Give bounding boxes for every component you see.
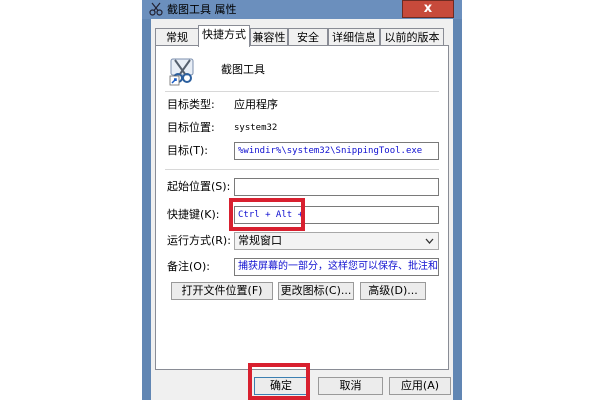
- start-in-label: 起始位置(S):: [167, 180, 231, 193]
- run-label: 运行方式(R):: [167, 234, 231, 247]
- target-label: 目标(T):: [167, 144, 209, 157]
- run-select[interactable]: 常规窗口: [234, 232, 439, 250]
- cancel-button[interactable]: 取消: [318, 377, 383, 395]
- app-name: 截图工具: [221, 63, 265, 76]
- comment-field[interactable]: 捕获屏幕的一部分，这样您可以保存、批注和共享该图像。: [234, 258, 439, 276]
- apply-button[interactable]: 应用(A): [389, 377, 451, 395]
- window-border-left: [142, 18, 151, 400]
- run-select-value: 常规窗口: [238, 234, 282, 247]
- snipping-tool-shortcut-icon: [168, 56, 198, 86]
- advanced-button[interactable]: 高级(D)...: [360, 282, 426, 300]
- divider: [165, 169, 439, 170]
- chevron-down-icon: [425, 233, 434, 249]
- tab-shortcut[interactable]: 快捷方式: [198, 25, 250, 47]
- tab-security[interactable]: 安全: [288, 28, 328, 46]
- tab-details[interactable]: 详细信息: [328, 28, 380, 46]
- close-button[interactable]: x: [402, 0, 454, 18]
- shortcut-key-field[interactable]: Ctrl + Alt +: [234, 206, 439, 224]
- tab-compatibility[interactable]: 兼容性: [250, 28, 288, 46]
- target-location-label: 目标位置:: [167, 121, 215, 134]
- shortcut-key-label: 快捷键(K):: [167, 208, 220, 221]
- target-field[interactable]: %windir%\system32\SnippingTool.exe: [234, 142, 439, 160]
- start-in-field[interactable]: [234, 178, 439, 196]
- target-type-value: 应用程序: [234, 98, 278, 111]
- open-file-location-button[interactable]: 打开文件位置(F): [171, 282, 273, 300]
- scissors-icon: [149, 2, 163, 16]
- window-border-right: [453, 18, 462, 400]
- target-type-label: 目标类型:: [167, 98, 215, 111]
- tab-general[interactable]: 常规: [155, 28, 199, 46]
- change-icon-button[interactable]: 更改图标(C)...: [278, 282, 354, 300]
- tab-previous-versions[interactable]: 以前的版本: [380, 28, 444, 46]
- target-location-value: system32: [234, 123, 278, 133]
- comment-label: 备注(O):: [167, 260, 210, 273]
- ok-button[interactable]: 确定: [254, 377, 308, 395]
- window-title: 截图工具 属性: [167, 3, 237, 16]
- divider: [165, 91, 439, 92]
